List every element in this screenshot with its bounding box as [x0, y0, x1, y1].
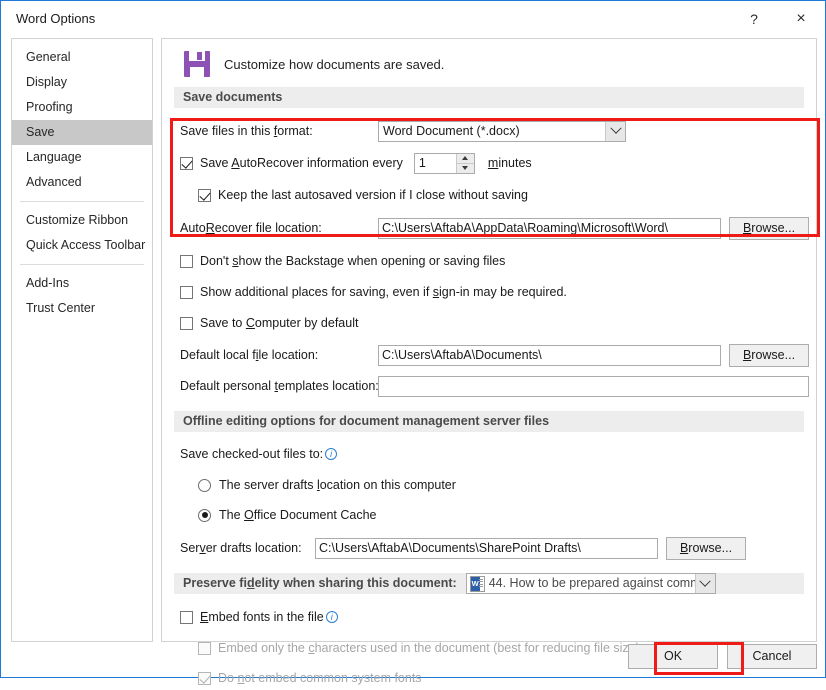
- sidebar-item-display[interactable]: Display: [12, 70, 152, 95]
- sidebar-item-general[interactable]: General: [12, 45, 152, 70]
- radio-office-document-cache[interactable]: [198, 508, 211, 522]
- sidebar-item-advanced[interactable]: Advanced: [12, 170, 152, 195]
- embed-fonts-checkbox[interactable]: [180, 610, 193, 624]
- show-additional-places-row: Show additional places for saving, even …: [180, 280, 816, 304]
- sidebar-item-customize-ribbon[interactable]: Customize Ribbon: [12, 208, 152, 233]
- save-format-dropdown[interactable]: Word Document (*.docx): [378, 120, 626, 142]
- default-local-location-input[interactable]: C:\Users\AftabA\Documents\: [378, 344, 721, 366]
- close-icon[interactable]: ×: [777, 2, 825, 36]
- autorecover-minutes-stepper[interactable]: 1: [413, 152, 475, 174]
- title-bar: Word Options ? ×: [1, 1, 825, 36]
- radio-office-document-cache-label: The Office Document Cache: [219, 508, 377, 522]
- sidebar-item-language[interactable]: Language: [12, 145, 152, 170]
- info-icon[interactable]: i: [325, 448, 338, 460]
- stepper-up-icon[interactable]: [456, 154, 474, 164]
- browse-default-local-button[interactable]: Browse...: [729, 343, 809, 367]
- save-floppy-icon: [184, 51, 210, 77]
- autorecover-location-label: AutoRecover file location:: [180, 221, 322, 235]
- sidebar-separator-1: [20, 201, 144, 202]
- keep-last-autosaved-checkbox[interactable]: [198, 188, 211, 202]
- section-header-preserve-fidelity: Preserve fidelity when sharing this docu…: [174, 573, 804, 594]
- cancel-button[interactable]: Cancel: [727, 644, 817, 669]
- sidebar-item-trust-center[interactable]: Trust Center: [12, 296, 152, 321]
- embed-fonts-label: Embed fonts in the file: [200, 610, 324, 624]
- content-header-text: Customize how documents are saved.: [224, 56, 445, 72]
- radio-server-drafts-label: The server drafts location on this compu…: [219, 478, 456, 492]
- checked-out-files-row: Save checked-out files to: i: [180, 442, 816, 466]
- page-title: Word Options: [16, 11, 96, 26]
- info-icon[interactable]: i: [325, 611, 338, 623]
- server-drafts-option-row: The server drafts location on this compu…: [198, 473, 816, 497]
- embed-characters-checkbox: [198, 641, 211, 655]
- browse-server-drafts-button[interactable]: Browse...: [666, 536, 746, 560]
- save-to-computer-label: Save to Computer by default: [200, 316, 359, 330]
- autorecover-location-input[interactable]: C:\Users\AftabA\AppData\Roaming\Microsof…: [378, 217, 721, 239]
- show-additional-places-checkbox[interactable]: [180, 285, 193, 299]
- sidebar: General Display Proofing Save Language A…: [11, 38, 153, 642]
- save-format-row: Save files in this format: Word Document…: [180, 119, 816, 143]
- default-templates-location-input[interactable]: [378, 375, 809, 397]
- footer-buttons: OK Cancel: [628, 644, 817, 669]
- word-options-dialog: Word Options ? × General Display Proofin…: [0, 0, 826, 685]
- sidebar-item-proofing[interactable]: Proofing: [12, 95, 152, 120]
- chevron-down-icon[interactable]: [605, 121, 625, 141]
- help-icon[interactable]: ?: [731, 2, 777, 36]
- browse-autorecover-button[interactable]: Browse...: [729, 216, 809, 240]
- content-header: Customize how documents are saved.: [162, 39, 816, 87]
- no-embed-common-fonts-row: Do not embed common system fonts: [198, 666, 816, 690]
- section-header-save-documents: Save documents: [174, 87, 804, 108]
- autorecover-label: Save AutoRecover information every: [200, 156, 403, 170]
- sidebar-item-save[interactable]: Save: [12, 120, 152, 145]
- embed-fonts-row: Embed fonts in the file i: [180, 605, 816, 629]
- default-local-location-label: Default local file location:: [180, 348, 319, 362]
- content-pane: Customize how documents are saved. Save …: [161, 38, 817, 685]
- fidelity-document-dropdown[interactable]: W 44. How to be prepared against common.…: [465, 573, 716, 594]
- chevron-down-icon[interactable]: [694, 574, 715, 593]
- save-to-computer-row: Save to Computer by default: [180, 311, 816, 335]
- server-drafts-location-row: Server drafts location: C:\Users\AftabA\…: [180, 536, 816, 560]
- save-to-computer-checkbox[interactable]: [180, 316, 193, 330]
- radio-server-drafts-location[interactable]: [198, 478, 211, 492]
- save-format-value: Word Document (*.docx): [383, 123, 520, 138]
- sidebar-separator-2: [20, 264, 144, 265]
- autorecover-checkbox[interactable]: [180, 156, 193, 170]
- autorecover-location-row: AutoRecover file location: C:\Users\Afta…: [180, 216, 816, 240]
- server-drafts-location-input[interactable]: C:\Users\AftabA\Documents\SharePoint Dra…: [315, 537, 658, 559]
- office-cache-option-row: The Office Document Cache: [198, 503, 816, 527]
- keep-last-autosaved-row: Keep the last autosaved version if I clo…: [198, 183, 816, 207]
- dont-show-backstage-label: Don't show the Backstage when opening or…: [200, 254, 506, 268]
- show-additional-places-label: Show additional places for saving, even …: [200, 285, 567, 299]
- autorecover-row: Save AutoRecover information every 1 min…: [180, 151, 816, 175]
- sidebar-item-quick-access-toolbar[interactable]: Quick Access Toolbar: [12, 233, 152, 258]
- autorecover-minutes-value: 1: [418, 155, 426, 170]
- dont-show-backstage-row: Don't show the Backstage when opening or…: [180, 249, 816, 273]
- no-embed-common-fonts-label: Do not embed common system fonts: [218, 671, 422, 685]
- section-header-offline-editing: Offline editing options for document man…: [174, 411, 804, 432]
- sidebar-item-add-ins[interactable]: Add-Ins: [12, 271, 152, 296]
- ok-button[interactable]: OK: [628, 644, 718, 669]
- embed-characters-label: Embed only the characters used in the do…: [218, 641, 640, 655]
- server-drafts-location-label: Server drafts location:: [180, 541, 302, 555]
- minutes-label: minutes: [487, 156, 532, 170]
- word-document-icon: W: [469, 575, 485, 592]
- checked-out-files-label: Save checked-out files to:: [180, 447, 324, 461]
- default-templates-location-row: Default personal templates location:: [180, 374, 816, 398]
- fidelity-document-value: 44. How to be prepared against common...: [488, 576, 695, 590]
- default-templates-location-label: Default personal templates location:: [180, 379, 379, 393]
- save-format-label: Save files in this format:: [180, 124, 313, 138]
- keep-last-autosaved-label: Keep the last autosaved version if I clo…: [218, 188, 528, 202]
- default-local-location-row: Default local file location: C:\Users\Af…: [180, 343, 816, 367]
- dont-show-backstage-checkbox[interactable]: [180, 254, 193, 268]
- dialog-body: General Display Proofing Save Language A…: [1, 36, 825, 685]
- preserve-fidelity-label: Preserve fidelity when sharing this docu…: [183, 576, 457, 590]
- stepper-down-icon[interactable]: [457, 164, 474, 173]
- stepper-buttons[interactable]: [455, 153, 474, 173]
- no-embed-common-fonts-checkbox: [198, 671, 211, 685]
